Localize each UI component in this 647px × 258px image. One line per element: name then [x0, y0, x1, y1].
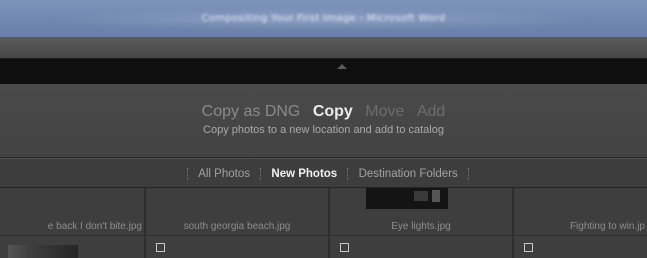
mode-copy-as-dng[interactable]: Copy as DNG — [202, 103, 301, 121]
import-mode-selector: Copy as DNG Copy Move Add — [0, 103, 647, 121]
filter-separator — [260, 168, 262, 180]
cell-divider — [0, 235, 144, 236]
photo-grid: e back I don't bite.jpg south georgia be… — [0, 188, 647, 258]
grid-cell-filename: Fighting to win.jp — [569, 221, 645, 232]
photo-thumbnail[interactable] — [8, 245, 78, 258]
import-checkbox[interactable] — [524, 243, 533, 252]
filter-separator — [467, 168, 469, 180]
import-checkbox[interactable] — [156, 243, 165, 252]
grid-cell-filename: e back I don't bite.jpg — [47, 221, 142, 232]
mode-move[interactable]: Move — [365, 103, 404, 121]
filter-destination-folders[interactable]: Destination Folders — [359, 168, 458, 180]
photo-thumbnail[interactable] — [366, 188, 448, 209]
mode-copy[interactable]: Copy — [313, 103, 353, 121]
filmstrip-toggle-strip — [0, 59, 647, 84]
grid-cell[interactable]: south georgia beach.jpg — [146, 188, 330, 258]
import-mode-description: Copy photos to a new location and add to… — [203, 124, 444, 136]
mode-add[interactable]: Add — [417, 103, 445, 121]
cell-divider — [146, 235, 328, 236]
window-title: Compositing Your First Image - Microsoft… — [201, 13, 446, 24]
thumbnail-detail — [432, 190, 440, 202]
cell-divider — [330, 235, 512, 236]
filter-all-photos[interactable]: All Photos — [198, 168, 250, 180]
filter-separator — [347, 168, 349, 180]
filter-tabs: All Photos New Photos Destination Folder… — [180, 168, 476, 182]
filter-separator — [187, 168, 188, 180]
filter-new-photos[interactable]: New Photos — [271, 168, 337, 180]
grid-cell-filename: south georgia beach.jpg — [183, 221, 291, 232]
collapse-triangle-icon[interactable] — [337, 64, 347, 69]
window-title-bar: Compositing Your First Image - Microsoft… — [0, 0, 647, 37]
thumbnail-detail — [414, 191, 428, 201]
module-bar — [0, 37, 647, 59]
photo-filter-bar: All Photos New Photos Destination Folder… — [0, 158, 647, 188]
cell-divider — [514, 235, 647, 236]
grid-cell[interactable]: Eye lights.jpg — [330, 188, 514, 258]
grid-cell-filename: Eye lights.jpg — [391, 221, 451, 232]
grid-cell[interactable]: Fighting to win.jp — [514, 188, 647, 258]
grid-cell[interactable]: e back I don't bite.jpg — [0, 188, 146, 258]
import-checkbox[interactable] — [340, 243, 349, 252]
import-mode-panel: Copy as DNG Copy Move Add Copy photos to… — [0, 84, 647, 158]
